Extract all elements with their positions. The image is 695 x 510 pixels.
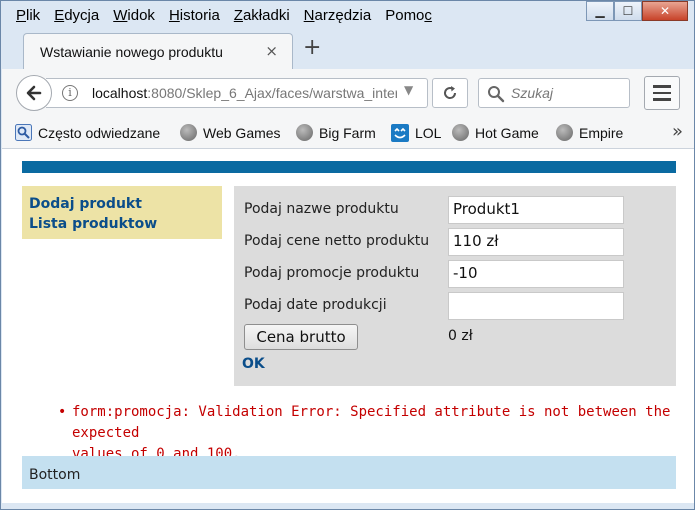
footer-bar: Bottom bbox=[22, 456, 676, 489]
close-icon: ✕ bbox=[659, 4, 671, 18]
bookmark-hot-game[interactable]: Hot Game bbox=[452, 124, 539, 141]
nav-bar: i localhost:8080/Sklep_6_Ajax/faces/wars… bbox=[2, 69, 694, 117]
bookmark-web-games[interactable]: Web Games bbox=[180, 124, 281, 141]
reload-icon bbox=[444, 86, 457, 99]
menu-narzedzia-accel: N bbox=[303, 7, 315, 24]
input-price[interactable]: 110 zł bbox=[448, 228, 624, 256]
lol-icon bbox=[391, 124, 409, 142]
search-box[interactable]: Szukaj bbox=[478, 78, 630, 108]
minimize-icon: ▁ bbox=[595, 4, 605, 18]
page-content: Dodaj produkt Lista produktow Podaj nazw… bbox=[2, 149, 694, 503]
sidebar-menu: Dodaj produkt Lista produktow bbox=[22, 186, 222, 239]
menu-zakladki-label: akładki bbox=[242, 7, 290, 24]
close-window-button[interactable]: ✕ bbox=[642, 1, 688, 21]
browser-window: Plik Edycja Widok Historia Zakładki Narz… bbox=[0, 0, 695, 510]
footer-label: Bottom bbox=[29, 467, 81, 483]
url-path: :8080/Sklep_6_Ajax/faces/warstwa_interne… bbox=[147, 85, 397, 101]
menu-widok-label: idok bbox=[127, 7, 155, 24]
menu-plik-label: lik bbox=[26, 7, 41, 24]
menu-historia-label: istoria bbox=[179, 7, 220, 24]
globe-icon bbox=[180, 124, 197, 141]
bookmark-label: Empire bbox=[579, 124, 624, 141]
form-row-name: Podaj nazwe produktu Produkt1 bbox=[244, 196, 674, 224]
label-name: Podaj nazwe produktu bbox=[244, 201, 399, 217]
globe-icon bbox=[296, 124, 313, 141]
menu-edycja-accel: E bbox=[54, 7, 65, 24]
link-dodaj-produkt[interactable]: Dodaj produkt bbox=[29, 194, 215, 214]
menu-plik[interactable]: Plik bbox=[9, 5, 47, 27]
bookmark-label: LOL bbox=[415, 125, 442, 141]
minimize-button[interactable]: ▁ bbox=[586, 1, 614, 21]
search-icon bbox=[488, 86, 505, 103]
label-price: Podaj cene netto produktu bbox=[244, 233, 430, 249]
chevron-more-icon[interactable]: » bbox=[672, 121, 683, 142]
tab-close-icon[interactable]: × bbox=[265, 42, 278, 60]
globe-icon bbox=[556, 124, 573, 141]
bookmarks-bar: Często odwiedzane Web Games Big Farm LOL… bbox=[2, 117, 694, 149]
form-row-date: Podaj date produkcji bbox=[244, 292, 674, 320]
menu-zakladki[interactable]: Zakładki bbox=[227, 5, 297, 27]
menu-narzedzia[interactable]: Narzędzia bbox=[297, 5, 379, 27]
bookmark-label: Często odwiedzane bbox=[38, 124, 161, 141]
menu-edycja-label: dycja bbox=[64, 7, 100, 24]
menu-widok[interactable]: Widok bbox=[106, 5, 162, 27]
cena-brutto-button[interactable]: Cena brutto bbox=[244, 324, 358, 350]
url-text: localhost:8080/Sklep_6_Ajax/faces/warstw… bbox=[92, 85, 397, 101]
brutto-value: 0 zł bbox=[448, 328, 473, 344]
menu-pomoc-accel: c bbox=[424, 7, 432, 24]
new-tab-icon[interactable]: + bbox=[303, 37, 321, 59]
label-promo: Podaj promocje produktu bbox=[244, 265, 420, 281]
error-line: form:promocja: Validation Error: Specifi… bbox=[72, 404, 671, 441]
form-row-promo: Podaj promocje produktu -10 bbox=[244, 260, 674, 288]
menu-narzedzia-label: arzędzia bbox=[314, 7, 372, 24]
hamburger-line-icon bbox=[653, 98, 671, 101]
tab-strip: Wstawianie nowego produktu × + bbox=[1, 31, 694, 69]
bookmark-big-farm[interactable]: Big Farm bbox=[296, 124, 376, 141]
menu-pomoc-label: Pomo bbox=[385, 7, 425, 24]
maximize-icon: ☐ bbox=[622, 4, 634, 18]
menu-widok-accel: W bbox=[113, 7, 128, 24]
url-dropdown-icon[interactable]: ▼ bbox=[404, 83, 413, 97]
ok-link[interactable]: OK bbox=[242, 356, 265, 372]
bookmark-label: Hot Game bbox=[475, 124, 539, 141]
menu-bar: Plik Edycja Widok Historia Zakładki Narz… bbox=[9, 5, 439, 27]
label-date: Podaj date produkcji bbox=[244, 297, 387, 313]
input-name[interactable]: Produkt1 bbox=[448, 196, 624, 224]
globe-icon bbox=[452, 124, 469, 141]
maximize-button[interactable]: ☐ bbox=[614, 1, 642, 21]
back-button[interactable] bbox=[16, 75, 52, 111]
menu-historia-accel: H bbox=[168, 7, 180, 24]
hamburger-menu-button[interactable] bbox=[644, 76, 680, 110]
search-placeholder: Szukaj bbox=[511, 85, 554, 101]
bookmark-empire[interactable]: Empire bbox=[556, 124, 623, 141]
tab-title: Wstawianie nowego produktu bbox=[40, 44, 223, 60]
input-promo[interactable]: -10 bbox=[448, 260, 624, 288]
bookmark-label: Big Farm bbox=[319, 124, 376, 141]
menu-pomoc[interactable]: Pomoc bbox=[378, 5, 439, 27]
hamburger-line-icon bbox=[653, 85, 671, 88]
menu-edycja[interactable]: Edycja bbox=[47, 5, 106, 27]
link-lista-produktow[interactable]: Lista produktow bbox=[29, 214, 215, 234]
bookmark-czesto-odwiedzane[interactable]: Często odwiedzane bbox=[15, 124, 160, 141]
bookmark-lol[interactable]: LOL bbox=[391, 124, 441, 142]
product-form: Podaj nazwe produktu Produkt1 Podaj cene… bbox=[234, 186, 676, 386]
input-date[interactable] bbox=[448, 292, 624, 320]
tab-active[interactable]: Wstawianie nowego produktu × bbox=[23, 33, 293, 69]
menu-historia[interactable]: Historia bbox=[162, 5, 227, 27]
url-bar[interactable]: i localhost:8080/Sklep_6_Ajax/faces/wars… bbox=[46, 78, 428, 108]
bookmark-label: Web Games bbox=[203, 124, 281, 141]
reload-button[interactable] bbox=[432, 78, 468, 108]
hamburger-line-icon bbox=[653, 91, 671, 95]
back-arrow-icon bbox=[26, 85, 42, 101]
form-row-price: Podaj cene netto produktu 110 zł bbox=[244, 228, 674, 256]
header-bar bbox=[22, 161, 676, 173]
info-icon[interactable]: i bbox=[62, 85, 78, 101]
menu-plik-accel: P bbox=[16, 7, 27, 24]
window-controls: ▁ ☐ ✕ bbox=[586, 1, 688, 21]
url-host: localhost bbox=[92, 85, 148, 101]
menu-zakladki-accel: Z bbox=[233, 7, 243, 24]
frequent-sites-icon bbox=[15, 124, 32, 141]
